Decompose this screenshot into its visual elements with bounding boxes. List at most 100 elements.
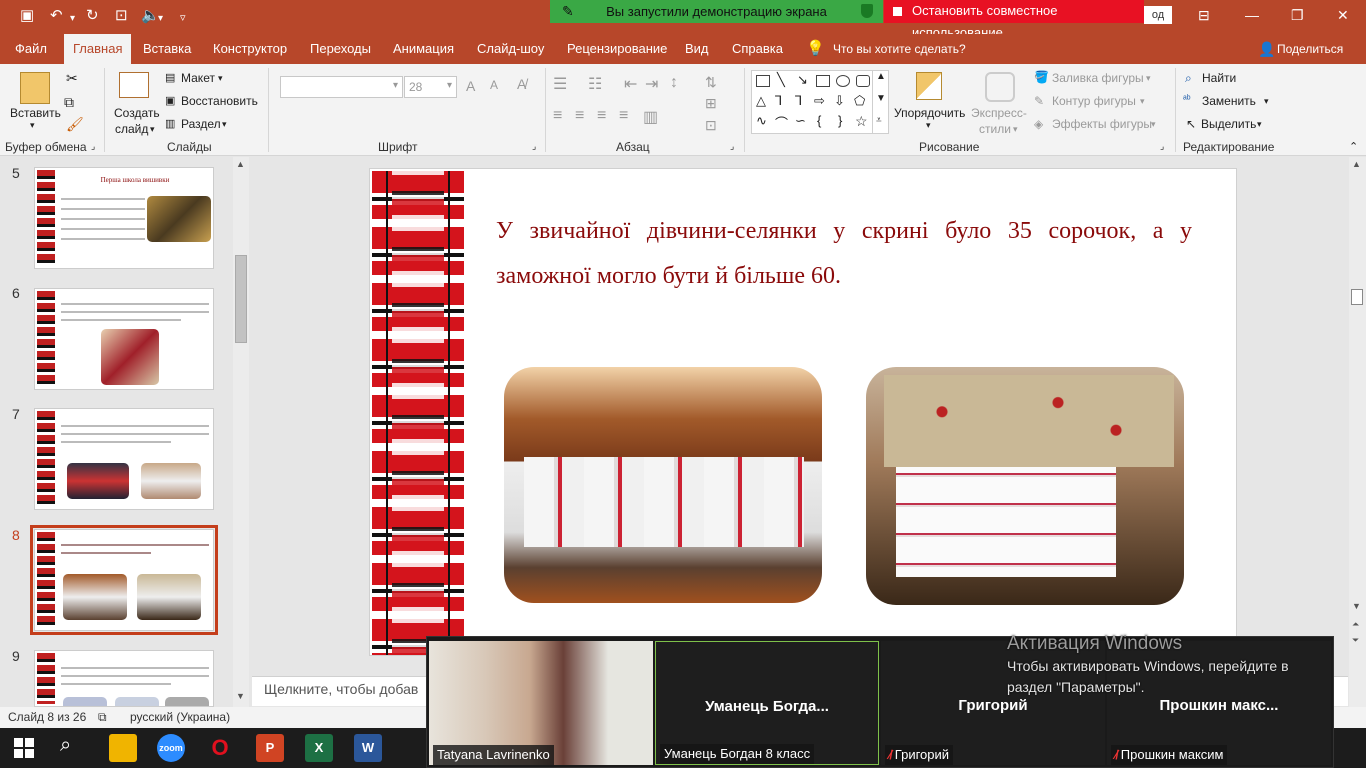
star-shape-icon[interactable]: ☆: [855, 113, 868, 130]
scroll-down-icon[interactable]: ▼: [1352, 601, 1361, 611]
down-arrow-shape-icon[interactable]: ⇩: [834, 93, 845, 109]
shrink-font-icon[interactable]: A: [490, 78, 498, 92]
open-chest-photo[interactable]: [866, 367, 1184, 605]
thumbnails-scrollbar[interactable]: ▲ ▼: [233, 157, 249, 707]
slide-scrollbar[interactable]: ▲ ▼ ⏶ ⏷ ⊠: [1349, 157, 1366, 722]
speaker-icon[interactable]: 🔈: [141, 8, 160, 24]
quick-styles-button[interactable]: Экспресс-: [971, 106, 1027, 120]
chest-with-shirts-photo[interactable]: [504, 367, 822, 603]
spellcheck-icon[interactable]: ⧉: [98, 707, 107, 728]
new-slide-icon[interactable]: [119, 72, 149, 98]
section-dropdown-icon[interactable]: ▾: [222, 119, 227, 130]
tab-view[interactable]: Вид: [685, 34, 709, 64]
slide-body-text[interactable]: У звичайної дівчини-селянки у скрині бул…: [496, 209, 1192, 299]
align-text-icon[interactable]: ⊞: [705, 95, 717, 112]
textbox-shape-icon[interactable]: [756, 75, 770, 87]
select-button[interactable]: Выделить: [1201, 117, 1256, 131]
numbering-icon[interactable]: ☷: [588, 74, 602, 94]
replace-dropdown-icon[interactable]: ▾: [1264, 96, 1269, 107]
scroll-down-icon[interactable]: ▼: [236, 691, 245, 701]
zoom-app-icon[interactable]: zoom: [157, 734, 185, 762]
line-shape-icon[interactable]: ╲: [777, 72, 785, 88]
tab-transitions[interactable]: Переходы: [310, 34, 371, 64]
shapes-down-icon[interactable]: ▼: [876, 93, 886, 104]
bullets-icon[interactable]: ☰: [553, 74, 567, 94]
quick-styles-dropdown-icon[interactable]: ▾: [1013, 124, 1018, 135]
align-center-icon[interactable]: ≡: [575, 107, 584, 125]
new-slide-dropdown-icon[interactable]: ▾: [150, 124, 155, 135]
paste-icon[interactable]: [20, 72, 50, 104]
tab-animations[interactable]: Анимация: [393, 34, 454, 64]
slide-thumbnail-6[interactable]: [34, 288, 214, 390]
decrease-indent-icon[interactable]: ⇤: [624, 74, 637, 94]
tell-me-search[interactable]: Что вы хотите сделать?: [833, 34, 966, 64]
arrange-icon[interactable]: [916, 72, 942, 100]
paste-button[interactable]: Вставить: [10, 106, 61, 120]
clear-format-icon[interactable]: A̸: [517, 76, 526, 92]
oval-shape-icon[interactable]: [836, 75, 850, 87]
shapes-more-icon[interactable]: ⩡: [876, 115, 882, 126]
align-right-icon[interactable]: ≡: [597, 107, 606, 125]
layout-dropdown-icon[interactable]: ▾: [218, 73, 223, 84]
paste-dropdown-icon[interactable]: ▾: [30, 120, 35, 131]
clipboard-launcher-icon[interactable]: ⌟: [91, 141, 95, 152]
search-icon[interactable]: ⌕: [60, 734, 71, 757]
windows-start-icon[interactable]: [14, 738, 34, 758]
scroll-up-icon[interactable]: ▲: [236, 159, 245, 169]
shape-effects-button[interactable]: Эффекты фигуры: [1052, 117, 1152, 131]
font-launcher-icon[interactable]: ⌟: [532, 141, 536, 152]
undo-icon[interactable]: ↶: [50, 8, 63, 24]
columns-icon[interactable]: ▥: [643, 107, 658, 127]
stop-share-button[interactable]: Остановить совместное использование: [884, 0, 1144, 40]
font-name-select[interactable]: ▾: [280, 76, 403, 98]
replace-button[interactable]: Заменить: [1202, 94, 1256, 108]
previous-slide-icon[interactable]: ⏶: [1352, 619, 1359, 630]
grow-font-icon[interactable]: A: [466, 78, 475, 94]
slide-thumbnail-7[interactable]: [34, 408, 214, 510]
right-arrow-shape-icon[interactable]: ⇨: [814, 93, 825, 109]
tab-review[interactable]: Рецензирование: [567, 34, 667, 64]
share-button[interactable]: Поделиться: [1277, 34, 1343, 64]
shapes-gallery[interactable]: ╲ ↘ △ ⅂ ⅂ ⇨ ⇩ ⬠ ∿ ⌒ ∽ { } ☆ ▲ ▼ ⩡: [751, 70, 889, 134]
ribbon-display-icon[interactable]: ⊟: [1198, 7, 1210, 24]
elbow-arrow-icon[interactable]: ⅂: [795, 93, 802, 109]
shape-effects-dropdown-icon[interactable]: ▾: [1151, 119, 1156, 130]
video-tile-self[interactable]: Tatyana Lavrinenko: [429, 641, 653, 765]
replace-icon[interactable]: ᵃᵇ: [1183, 94, 1191, 105]
arrange-button[interactable]: Упорядочить: [894, 106, 965, 120]
reset-button[interactable]: Восстановить: [181, 94, 258, 108]
quick-styles-button-line2[interactable]: стили: [979, 122, 1011, 136]
format-painter-icon[interactable]: 🖌: [66, 116, 84, 133]
shapes-up-icon[interactable]: ▲: [876, 71, 886, 82]
cut-icon[interactable]: ✂: [66, 70, 78, 87]
tab-file[interactable]: Файл: [15, 34, 47, 64]
rectangle-shape-icon[interactable]: [816, 75, 830, 87]
tab-insert[interactable]: Вставка: [143, 34, 191, 64]
scroll-thumb[interactable]: [235, 255, 247, 343]
shape-fill-dropdown-icon[interactable]: ▾: [1146, 73, 1151, 84]
select-icon[interactable]: ↖: [1186, 117, 1196, 131]
shape-outline-button[interactable]: Контур фигуры: [1052, 94, 1136, 108]
shape-fill-button[interactable]: Заливка фигуры: [1052, 71, 1144, 85]
increase-indent-icon[interactable]: ⇥: [645, 74, 658, 94]
redo-icon[interactable]: ↻: [86, 8, 99, 24]
word-icon[interactable]: W: [354, 734, 382, 762]
justify-icon[interactable]: ≡: [619, 107, 628, 125]
next-slide-icon[interactable]: ⏷: [1352, 635, 1359, 646]
arrange-dropdown-icon[interactable]: ▾: [926, 120, 931, 131]
tab-design[interactable]: Конструктор: [213, 34, 287, 64]
tab-help[interactable]: Справка: [732, 34, 783, 64]
quick-styles-icon[interactable]: [985, 72, 1015, 102]
left-brace-icon[interactable]: {: [817, 113, 821, 128]
slide-thumbnail-8[interactable]: [30, 525, 218, 635]
pentagon-shape-icon[interactable]: ⬠: [854, 93, 865, 109]
select-dropdown-icon[interactable]: ▾: [1257, 119, 1262, 130]
minimize-icon[interactable]: —: [1245, 7, 1259, 23]
find-button[interactable]: Найти: [1202, 71, 1236, 85]
slide-thumbnail-5[interactable]: Перша школа вишивки: [34, 167, 214, 269]
shape-effects-icon[interactable]: ◈: [1034, 117, 1043, 131]
excel-icon[interactable]: X: [305, 734, 333, 762]
slide-thumbnail-9[interactable]: [34, 650, 214, 707]
opera-icon[interactable]: O: [206, 734, 234, 762]
shapes-scroll[interactable]: ▲ ▼ ⩡: [872, 71, 889, 134]
